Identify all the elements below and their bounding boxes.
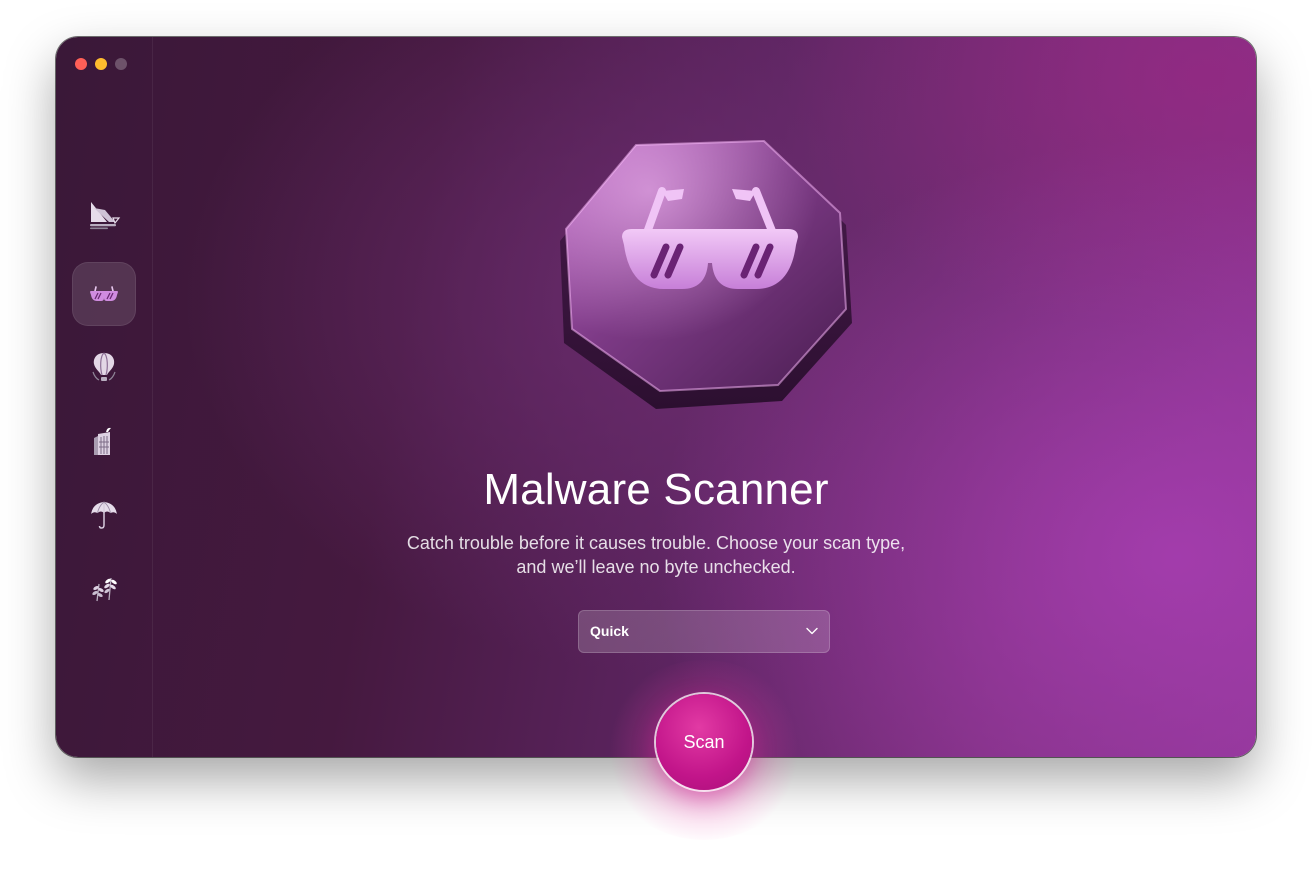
scan-button[interactable]: Scan [656, 694, 752, 790]
chevron-down-icon [806, 627, 818, 635]
subtitle-line-2: and we’ll leave no byte unchecked. [516, 557, 796, 577]
malware-scanner-hero-icon [560, 139, 852, 409]
app-window: Malware Scanner Catch trouble before it … [56, 37, 1256, 757]
page-title: Malware Scanner [483, 465, 829, 514]
sidebar-item-protection[interactable] [72, 262, 136, 326]
sidebar [56, 37, 153, 757]
sunglasses-icon [90, 286, 118, 301]
sailboat-icon [90, 202, 121, 230]
sidebar-item-applications[interactable] [72, 409, 136, 473]
hot-air-balloon-icon [92, 352, 116, 381]
building-icon [94, 427, 111, 455]
page-subtitle: Catch trouble before it causes trouble. … [56, 531, 1256, 579]
sidebar-item-smart-care[interactable] [72, 183, 136, 247]
subtitle-line-1: Catch trouble before it causes trouble. … [406, 533, 906, 553]
scan-type-selected-value: Quick [590, 623, 629, 639]
scan-type-dropdown[interactable]: Quick [578, 610, 830, 653]
sidebar-item-performance[interactable] [72, 335, 136, 399]
